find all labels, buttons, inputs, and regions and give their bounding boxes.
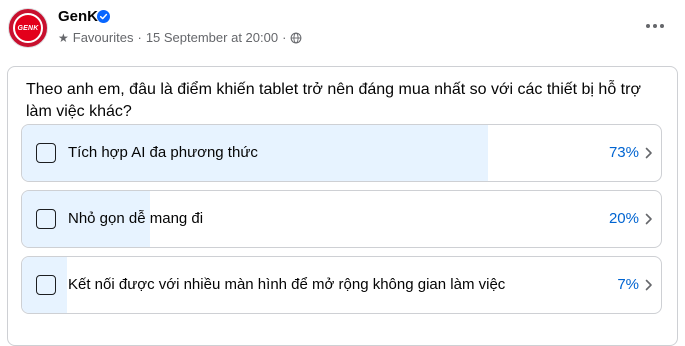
- poll-card: Theo anh em, đâu là điểm khiến tablet tr…: [7, 66, 678, 346]
- chevron-right-icon[interactable]: [645, 279, 653, 291]
- checkbox[interactable]: [36, 209, 56, 229]
- verified-badge-icon: [97, 10, 110, 23]
- checkbox[interactable]: [36, 275, 56, 295]
- checkbox[interactable]: [36, 143, 56, 163]
- poll-option-label: Tích hợp AI đa phương thức: [68, 144, 258, 161]
- page-avatar[interactable]: GENK: [8, 8, 48, 48]
- avatar-logo-text: GENK: [17, 24, 39, 32]
- poll-option-percent: 20%: [608, 210, 639, 227]
- poll-option-percent: 73%: [608, 144, 639, 161]
- post-header: GENK GenK ★ Favourites · 15 September at…: [0, 0, 685, 58]
- chevron-right-icon[interactable]: [645, 213, 653, 225]
- chevron-right-icon[interactable]: [645, 147, 653, 159]
- poll-option-percent: 7%: [617, 276, 639, 293]
- post-meta: ★ Favourites · 15 September at 20:00 ·: [58, 30, 302, 45]
- genk-logo: GENK: [13, 13, 43, 43]
- globe-icon[interactable]: [290, 32, 302, 44]
- star-icon: ★: [58, 30, 69, 45]
- meta-separator: ·: [137, 30, 142, 45]
- poll-option-2[interactable]: Nhỏ gọn dễ mang đi 20%: [21, 190, 662, 248]
- post-timestamp[interactable]: 15 September at 20:00: [146, 30, 278, 45]
- poll-question: Theo anh em, đâu là điểm khiến tablet tr…: [26, 81, 641, 120]
- poll-option-1[interactable]: Tích hợp AI đa phương thức 73%: [21, 124, 662, 182]
- poll-option-label: Kết nối được với nhiều màn hình để mở rộ…: [68, 276, 506, 293]
- audience-label[interactable]: Favourites: [73, 30, 134, 45]
- meta-separator-2: ·: [282, 30, 287, 45]
- more-options-icon[interactable]: [643, 14, 667, 38]
- poll-option-label: Nhỏ gọn dễ mang đi: [68, 210, 204, 227]
- poll-option-3[interactable]: Kết nối được với nhiều màn hình để mở rộ…: [21, 256, 662, 314]
- page-name[interactable]: GenK: [58, 8, 98, 25]
